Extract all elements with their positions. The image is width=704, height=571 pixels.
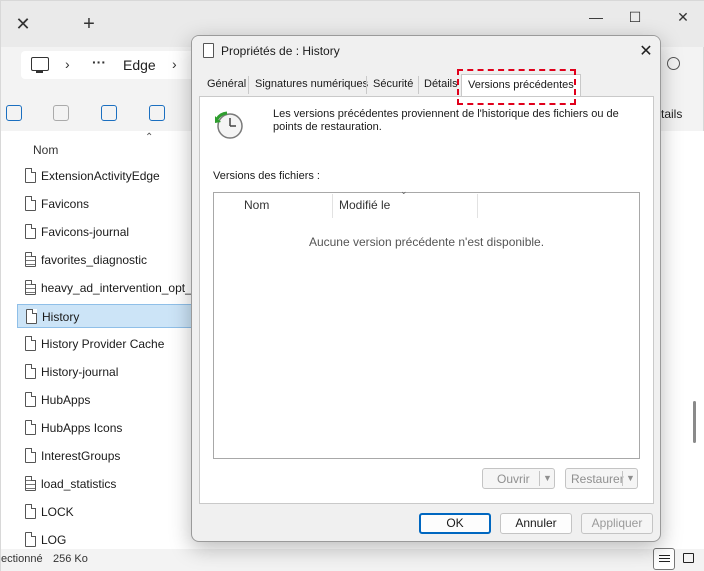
file-name: heavy_ad_intervention_opt_o (41, 281, 199, 295)
file-icon (25, 448, 36, 463)
file-row[interactable]: Favicons (17, 192, 197, 216)
vertical-scrollbar[interactable] (693, 401, 696, 443)
breadcrumb-edge[interactable]: Edge (123, 57, 156, 73)
file-row[interactable]: History (17, 304, 197, 328)
tab-close-icon[interactable]: ✕ (13, 15, 33, 33)
file-name: LOG (41, 533, 67, 547)
dialog-close-button[interactable]: ✕ (637, 41, 655, 61)
versions-list[interactable] (213, 192, 640, 459)
file-name: favorites_diagnostic (41, 253, 148, 267)
paste-icon[interactable] (53, 105, 69, 121)
status-bar (1, 549, 704, 571)
copy-icon[interactable] (6, 105, 22, 121)
details-button[interactable]: tails (661, 107, 682, 121)
restore-button-label: Restaurer (571, 472, 624, 486)
file-icon (25, 280, 36, 295)
split-divider (539, 471, 540, 486)
sort-indicator-icon: ⌄ (400, 186, 408, 196)
more-locations-button[interactable]: ··· (92, 54, 106, 70)
column-header-name[interactable]: Nom (244, 198, 269, 212)
file-icon (26, 309, 37, 324)
column-header-name[interactable]: Nom (33, 143, 58, 157)
rename-icon[interactable] (101, 105, 117, 121)
tiles-view-icon (683, 553, 694, 563)
file-name: ExtensionActivityEdge (41, 169, 160, 183)
minimize-button[interactable]: — (585, 9, 607, 25)
chevron-right-icon[interactable]: › (172, 56, 177, 72)
dropdown-arrow-icon[interactable]: ▼ (626, 473, 635, 483)
file-row[interactable]: heavy_ad_intervention_opt_o (17, 276, 199, 300)
open-button-label: Ouvrir (497, 472, 530, 486)
file-icon (25, 392, 36, 407)
open-split-button[interactable]: Ouvrir ▼ (482, 468, 555, 489)
file-row[interactable]: HubApps Icons (17, 416, 197, 440)
split-divider (622, 471, 623, 486)
file-name: History (42, 310, 80, 324)
file-row[interactable]: ExtensionActivityEdge (17, 164, 197, 188)
file-row[interactable]: favorites_diagnostic (17, 248, 197, 272)
share-icon[interactable] (149, 105, 165, 121)
file-icon (25, 336, 36, 351)
column-separator[interactable] (332, 194, 333, 218)
file-icon (25, 532, 36, 547)
file-name: HubApps Icons (41, 421, 123, 435)
dialog-title: Propriétés de : History (221, 44, 340, 58)
tab-security[interactable]: Sécurité (367, 74, 419, 96)
new-tab-button[interactable]: + (79, 14, 99, 34)
ok-button[interactable]: OK (419, 513, 491, 534)
file-name: History Provider Cache (41, 337, 165, 351)
file-row[interactable]: LOCK (17, 500, 197, 524)
chevron-right-icon[interactable]: › (65, 56, 70, 72)
file-name: Favicons-journal (41, 225, 130, 239)
file-name: HubApps (41, 393, 91, 407)
file-icon (25, 196, 36, 211)
dropdown-arrow-icon[interactable]: ▼ (543, 473, 552, 483)
column-separator[interactable] (477, 194, 478, 218)
file-name: load_statistics (41, 477, 117, 491)
tab-digital-signatures[interactable]: Signatures numériques (249, 74, 374, 96)
file-icon (25, 420, 36, 435)
close-window-button[interactable]: ✕ (672, 9, 694, 26)
file-row[interactable]: load_statistics (17, 472, 197, 496)
file-icon (25, 168, 36, 183)
apply-button[interactable]: Appliquer (581, 513, 653, 534)
file-row[interactable]: Favicons-journal (17, 220, 197, 244)
file-icon (25, 252, 36, 267)
file-versions-label: Versions des fichiers : (213, 170, 320, 182)
properties-dialog: Propriétés de : History ✕ Général Signat… (191, 35, 661, 542)
intro-text: Les versions précédentes proviennent de … (273, 108, 619, 133)
search-icon[interactable] (667, 57, 680, 70)
restore-clock-icon (215, 111, 243, 139)
cancel-button[interactable]: Annuler (500, 513, 572, 534)
file-row[interactable]: History Provider Cache (17, 332, 197, 356)
sort-caret-icon: ⌃ (145, 132, 154, 143)
tab-general[interactable]: Général (201, 74, 252, 96)
empty-list-message: Aucune version précédente n'est disponib… (308, 235, 545, 249)
computer-icon[interactable] (31, 57, 49, 73)
file-name: History-journal (41, 365, 119, 379)
status-selection-text: ectionné (1, 553, 43, 565)
status-size-text: 256 Ko (53, 553, 88, 565)
file-name: Favicons (41, 197, 90, 211)
file-icon (25, 504, 36, 519)
highlight-annotation (457, 69, 576, 105)
file-name: InterestGroups (41, 449, 121, 463)
tiles-view-button[interactable] (678, 548, 700, 570)
restore-split-button[interactable]: Restaurer ▼ (565, 468, 638, 489)
list-view-icon (659, 555, 670, 564)
file-icon (25, 224, 36, 239)
file-row[interactable]: HubApps (17, 388, 197, 412)
maximize-button[interactable]: ☐ (624, 9, 646, 26)
file-row[interactable]: History-journal (17, 360, 197, 384)
file-name: LOCK (41, 505, 74, 519)
file-icon (25, 476, 36, 491)
column-header-modified[interactable]: Modifié le (339, 198, 390, 212)
details-view-button[interactable] (653, 548, 675, 570)
document-icon (203, 43, 214, 58)
file-row[interactable]: InterestGroups (17, 444, 197, 468)
file-icon (25, 364, 36, 379)
